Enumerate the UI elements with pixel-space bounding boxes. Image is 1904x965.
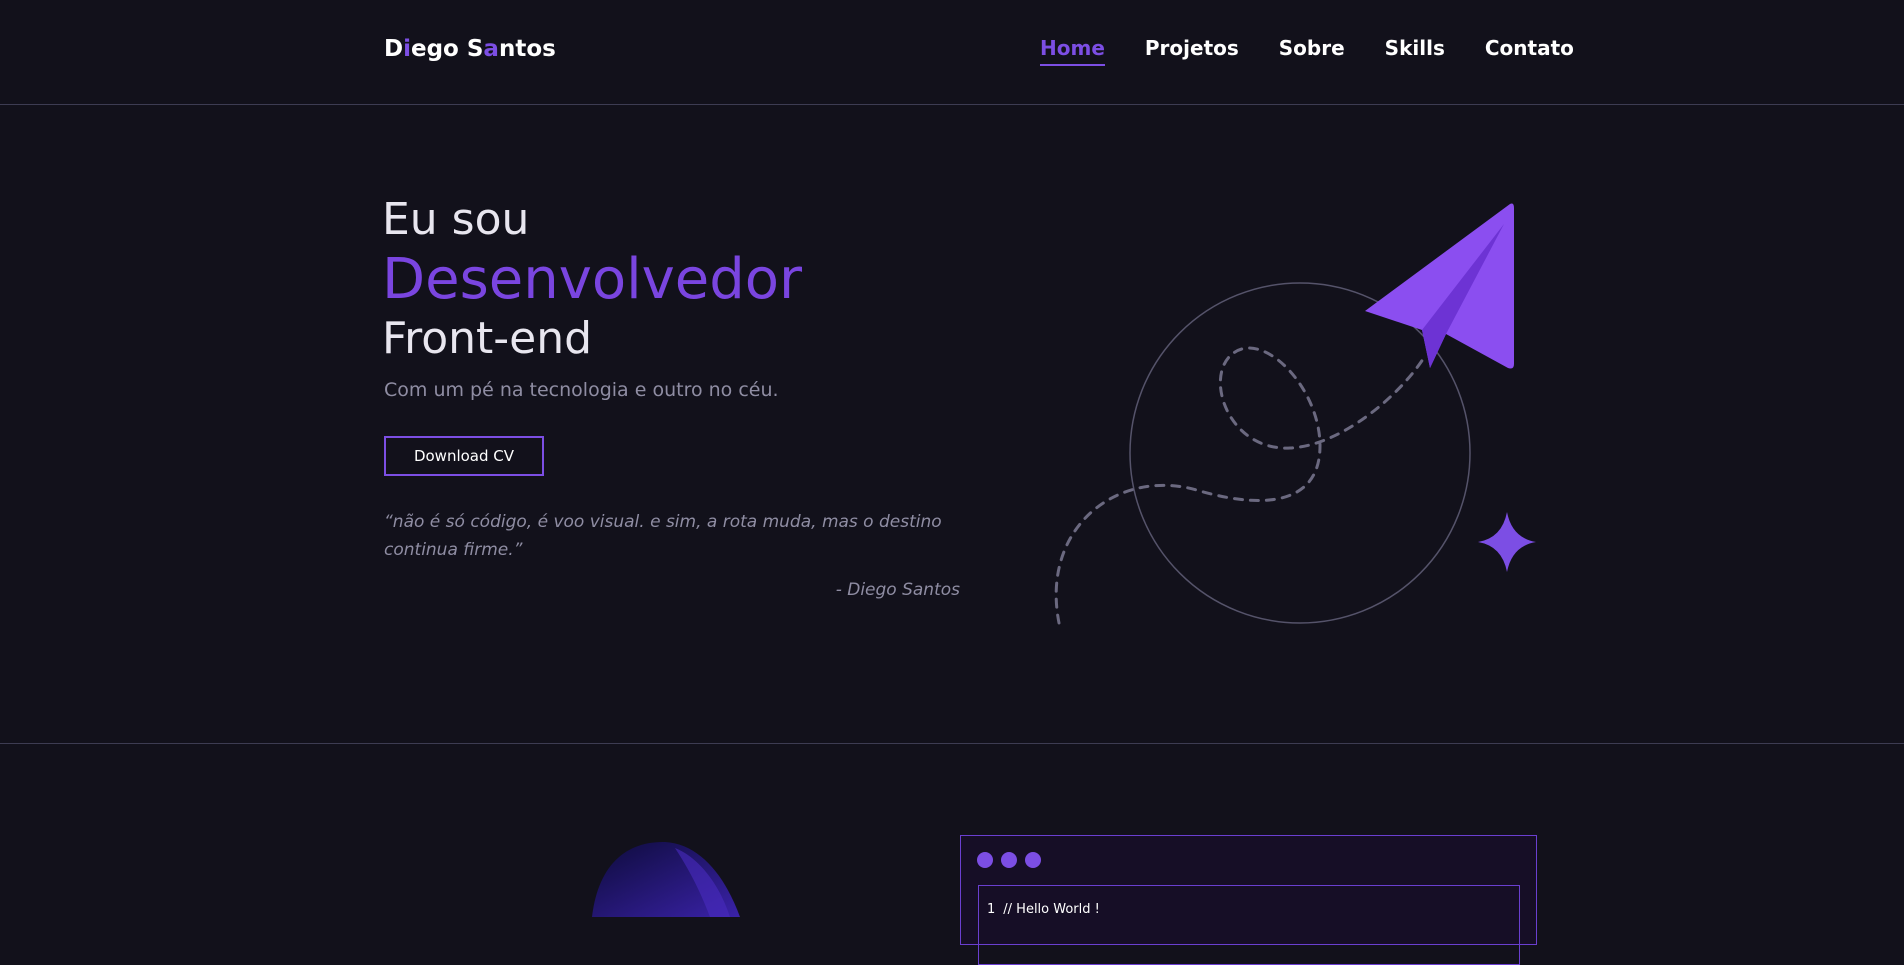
nav-home[interactable]: Home [1040, 36, 1105, 66]
hero-heading-role: Desenvolvedor [382, 247, 803, 312]
logo-letter-d: D [384, 36, 404, 62]
sparkle-star-icon [1478, 512, 1536, 572]
logo-text-ego-s: ego S [410, 36, 484, 62]
line-number: 1 [987, 902, 996, 917]
main-nav: Home Projetos Sobre Skills Contato [1040, 36, 1574, 66]
code-editor: 1 // Hello World ! [978, 885, 1520, 965]
window-controls [977, 852, 1041, 868]
nav-skills[interactable]: Skills [1385, 36, 1445, 66]
orbit-circle [1129, 282, 1471, 624]
site-header: Diego Santos Home Projetos Sobre Skills … [0, 0, 1904, 105]
hero-heading-line3: Front-end [382, 313, 593, 364]
window-dot-2 [1001, 852, 1017, 868]
hero-subtitle: Com um pé na tecnologia e outro no céu. [384, 379, 779, 401]
avatar [592, 841, 740, 917]
quote-author: - Diego Santos [835, 580, 960, 600]
hero-illustration [1054, 203, 1536, 625]
code-line: 1 // Hello World ! [987, 902, 1511, 917]
hero-heading-line1: Eu sou [382, 194, 530, 245]
code-window: 1 // Hello World ! [960, 835, 1537, 965]
logo-letter-a: a [483, 36, 499, 62]
nav-projetos[interactable]: Projetos [1145, 36, 1239, 66]
hero-quote: “não é só código, é voo visual. e sim, a… [384, 512, 942, 560]
download-cv-button[interactable]: Download CV [384, 436, 544, 476]
logo-letter-i: i [403, 36, 411, 62]
nav-sobre[interactable]: Sobre [1279, 36, 1345, 66]
flight-path [1054, 346, 1427, 625]
paper-plane-icon [1365, 203, 1514, 369]
window-dot-1 [977, 852, 993, 868]
line-text: // Hello World ! [1003, 902, 1100, 917]
section-divider [0, 743, 1904, 744]
window-dot-3 [1025, 852, 1041, 868]
nav-contato[interactable]: Contato [1485, 36, 1574, 66]
hero-section: Eu sou Desenvolvedor Front-end Com um pé… [0, 106, 1904, 743]
logo-text-ntos: ntos [498, 36, 556, 62]
logo[interactable]: Diego Santos [384, 36, 556, 62]
